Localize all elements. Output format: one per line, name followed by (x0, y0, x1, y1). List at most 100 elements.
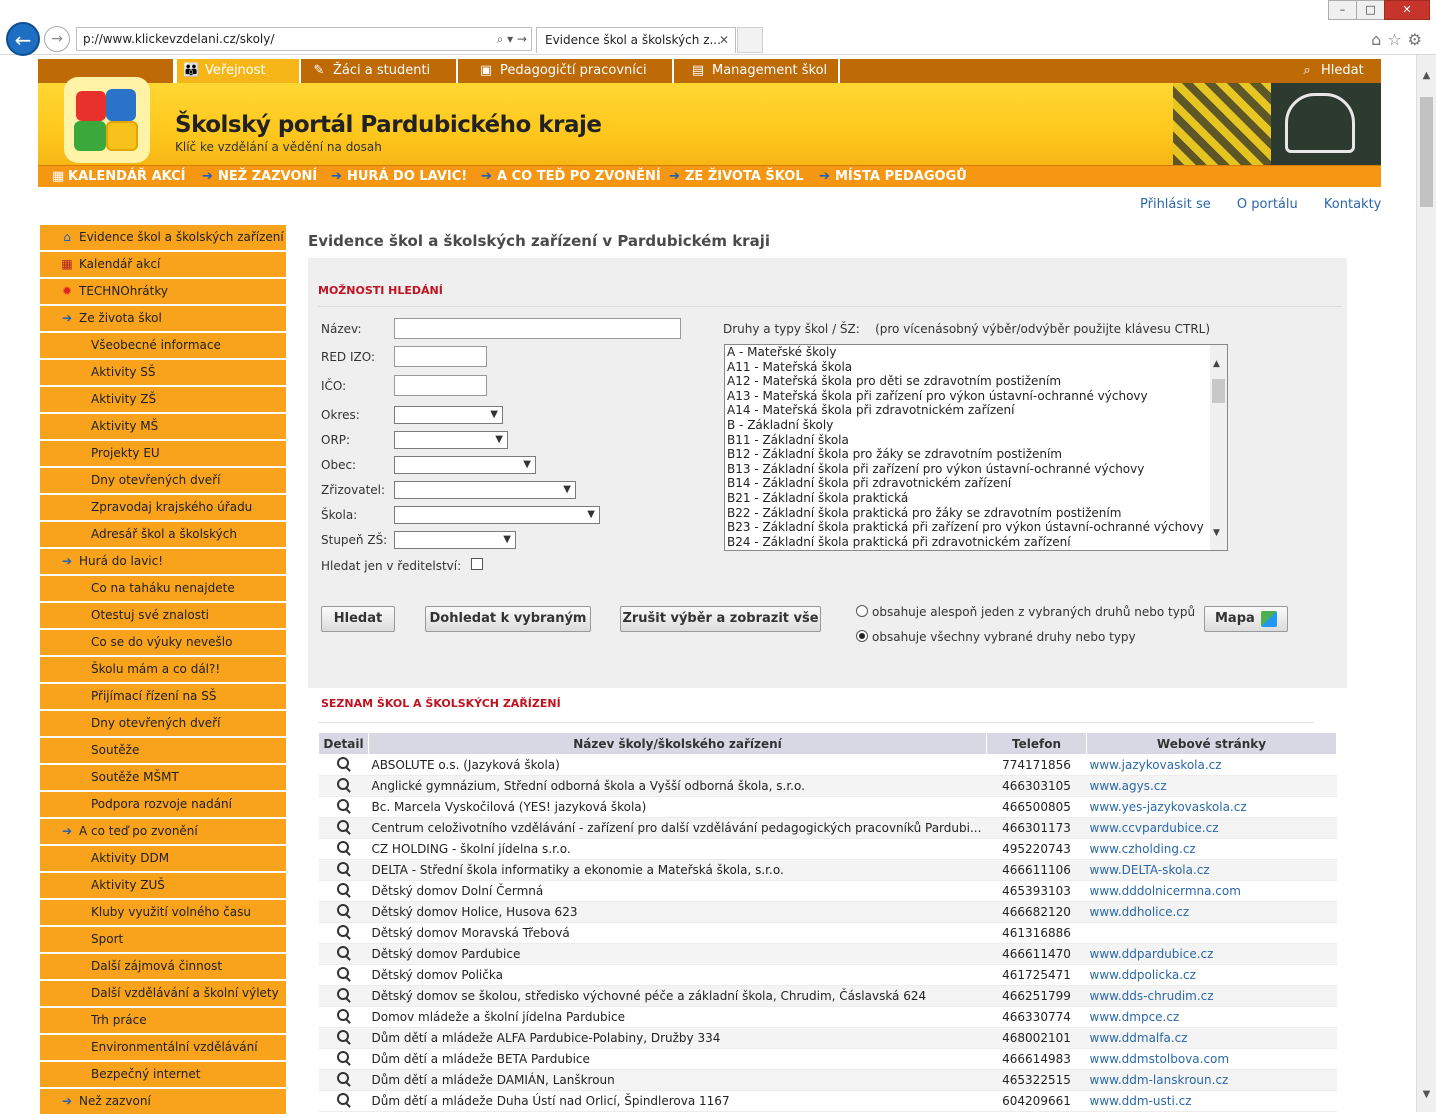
scroll-down-icon[interactable]: ▼ (1417, 1086, 1436, 1104)
school-web-link[interactable]: www.ddmalfa.cz (1090, 1031, 1188, 1045)
orp-select[interactable]: ▼ (394, 431, 508, 449)
radio-any[interactable] (856, 605, 868, 617)
puzzle-logo[interactable] (64, 77, 150, 163)
browser-tab[interactable]: Evidence škol a školských z... ✕ (536, 27, 736, 53)
school-web-link[interactable]: www.DELTA-skola.cz (1090, 863, 1210, 877)
tab-close-icon[interactable]: ✕ (719, 28, 729, 52)
obec-select[interactable]: ▼ (394, 456, 536, 474)
address-bar[interactable]: p://www.klickevzdelani.cz/skoly/ ⌕ ▾ → (76, 27, 532, 51)
nav-pedagogove[interactable]: ▣ Pedagogičtí pracovníci (472, 59, 672, 83)
contacts-link[interactable]: Kontakty (1324, 197, 1381, 212)
skola-select[interactable]: ▼ (394, 506, 600, 524)
magnifier-icon[interactable] (336, 840, 351, 855)
favorites-star-icon[interactable]: ☆ (1387, 30, 1407, 49)
school-web-link[interactable]: www.ccvpardubice.cz (1090, 821, 1219, 835)
magnifier-icon[interactable] (336, 777, 351, 792)
school-web-link[interactable]: www.ddpolicka.cz (1090, 968, 1196, 982)
chevron-up-icon[interactable]: ▲ (1213, 359, 1220, 369)
sidebar-item[interactable]: ⌂ Evidence škol a školských zařízení (40, 225, 286, 250)
sidebar-item[interactable]: Soutěže MŠMT (40, 765, 286, 790)
nav-zaci[interactable]: ✎ Žáci a studenti (305, 59, 455, 83)
druhy-option[interactable]: B13 - Základní škola při zařízení pro vý… (725, 462, 1227, 477)
sidebar-item[interactable]: Sport (40, 927, 286, 952)
okres-select[interactable]: ▼ (394, 406, 503, 424)
sidebar-item[interactable]: Adresář škol a školských zařízení (40, 522, 286, 566)
scroll-up-icon[interactable]: ▲ (1417, 67, 1436, 85)
subnav-hura[interactable]: ➔ HURÁ DO LAVIC! (331, 166, 467, 188)
back-button[interactable]: ← (6, 22, 40, 56)
scroll-thumb[interactable] (1420, 97, 1433, 207)
school-web-link[interactable]: www.ddm-lanskroun.cz (1090, 1073, 1229, 1087)
subnav-po-zvoneni[interactable]: ➔ A CO TEĎ PO ZVONĚNÍ (481, 166, 661, 188)
sidebar-item[interactable]: Školu mám a co dál?! (40, 657, 286, 682)
druhy-option[interactable]: B23 - Základní škola praktická při zaříz… (725, 520, 1227, 535)
sidebar-item[interactable]: Přijímací řízení na SŠ (40, 684, 286, 709)
druhy-listbox[interactable]: A - Mateřské školy A11 - Mateřská škola A1… (724, 344, 1228, 551)
zrizovatel-select[interactable]: ▼ (394, 481, 576, 499)
sidebar-item[interactable]: Další zájmová činnost (40, 954, 286, 979)
mapa-button[interactable]: Mapa (1204, 606, 1288, 632)
about-link[interactable]: O portálu (1237, 197, 1298, 212)
nazev-input[interactable] (394, 318, 681, 339)
sidebar-item[interactable]: Zpravodaj krajského úřadu (40, 495, 286, 520)
listbox-scrollbar[interactable]: ▲ ▼ (1210, 345, 1227, 550)
minimize-button[interactable]: – (1328, 0, 1357, 20)
school-web-link[interactable]: www.agys.cz (1090, 779, 1167, 793)
sidebar-item[interactable]: Kluby využití volného času (40, 900, 286, 925)
subnav-mista[interactable]: ➔ MÍSTA PEDAGOGŮ (819, 166, 967, 188)
sidebar-item[interactable]: Trh práce (40, 1008, 286, 1033)
col-name[interactable]: Název školy/školského zařízení (368, 732, 987, 755)
druhy-option[interactable]: A - Mateřské školy (725, 345, 1227, 360)
magnifier-icon[interactable] (336, 882, 351, 897)
sidebar-item[interactable]: ➔ Ze života škol (40, 306, 286, 331)
druhy-option[interactable]: B - Základní školy (725, 418, 1227, 433)
sidebar-item[interactable]: Co na taháku nenajdete (40, 576, 286, 601)
druhy-option[interactable]: B24 - Základní škola praktická při zdrav… (725, 535, 1227, 550)
school-web-link[interactable]: www.ddpardubice.cz (1090, 947, 1214, 961)
sidebar-item[interactable]: Soutěže (40, 738, 286, 763)
druhy-option[interactable]: B21 - Základní škola praktická (725, 491, 1227, 506)
sidebar-item[interactable]: Environmentální vzdělávání (40, 1035, 286, 1060)
school-web-link[interactable]: www.dddolnicermna.com (1090, 884, 1241, 898)
col-phone[interactable]: Telefon (986, 732, 1087, 755)
school-web-link[interactable]: www.dmpce.cz (1090, 1010, 1180, 1024)
druhy-option[interactable]: B11 - Základní škola (725, 433, 1227, 448)
col-web[interactable]: Webové stránky (1086, 732, 1337, 755)
subnav-kalendar[interactable]: ▦ KALENDÁŘ AKCÍ (52, 166, 186, 188)
magnifier-icon[interactable] (336, 945, 351, 960)
magnifier-icon[interactable] (336, 924, 351, 939)
close-window-button[interactable]: ✕ (1384, 0, 1430, 20)
magnifier-icon[interactable] (336, 819, 351, 834)
red-izo-input[interactable] (394, 346, 487, 367)
druhy-option[interactable]: A12 - Mateřská škola pro děti se zdravot… (725, 374, 1227, 389)
magnifier-icon[interactable] (336, 798, 351, 813)
subnav-nez-zazvoni[interactable]: ➔ NEŽ ZAZVONÍ (202, 166, 317, 188)
magnifier-icon[interactable] (336, 1029, 351, 1044)
sidebar-item[interactable]: Aktivity ZŠ (40, 387, 286, 412)
school-web-link[interactable]: www.yes-jazykovaskola.cz (1090, 800, 1247, 814)
school-web-link[interactable]: www.jazykovaskola.cz (1090, 758, 1222, 772)
school-web-link[interactable]: www.ddm-usti.cz (1090, 1094, 1192, 1108)
magnifier-icon[interactable] (336, 966, 351, 981)
sidebar-item[interactable]: Aktivity SŠ (40, 360, 286, 385)
sidebar-item[interactable]: Aktivity ZUŠ (40, 873, 286, 898)
sidebar-item[interactable]: Dny otevřených dveří (40, 711, 286, 736)
sidebar-item[interactable]: ➔ Hurá do lavic! (40, 549, 286, 574)
chevron-down-icon[interactable]: ▼ (1213, 528, 1220, 538)
hledat-button[interactable]: Hledat (321, 606, 395, 632)
sidebar-item[interactable]: Všeobecné informace (40, 333, 286, 358)
nav-verejnost[interactable]: 👪 Veřejnost (175, 59, 301, 83)
nav-search[interactable]: ⌕ Hledat (1293, 59, 1378, 83)
magnifier-icon[interactable] (336, 1071, 351, 1086)
school-web-link[interactable]: www.czholding.cz (1090, 842, 1196, 856)
magnifier-icon[interactable] (336, 903, 351, 918)
stupen-select[interactable]: ▼ (394, 531, 516, 549)
sidebar-item[interactable]: Aktivity MŠ (40, 414, 286, 439)
sidebar-item[interactable]: Co se do výuky nevešlo (40, 630, 286, 655)
sidebar-item[interactable]: ▦ Kalendář akcí (40, 252, 286, 277)
magnifier-icon[interactable] (336, 861, 351, 876)
listbox-scroll-thumb[interactable] (1212, 379, 1225, 403)
login-link[interactable]: Přihlásit se (1140, 197, 1211, 212)
address-tools[interactable]: ⌕ ▾ → (497, 28, 527, 50)
druhy-option[interactable]: A14 - Mateřská škola při zdravotnickém z… (725, 403, 1227, 418)
